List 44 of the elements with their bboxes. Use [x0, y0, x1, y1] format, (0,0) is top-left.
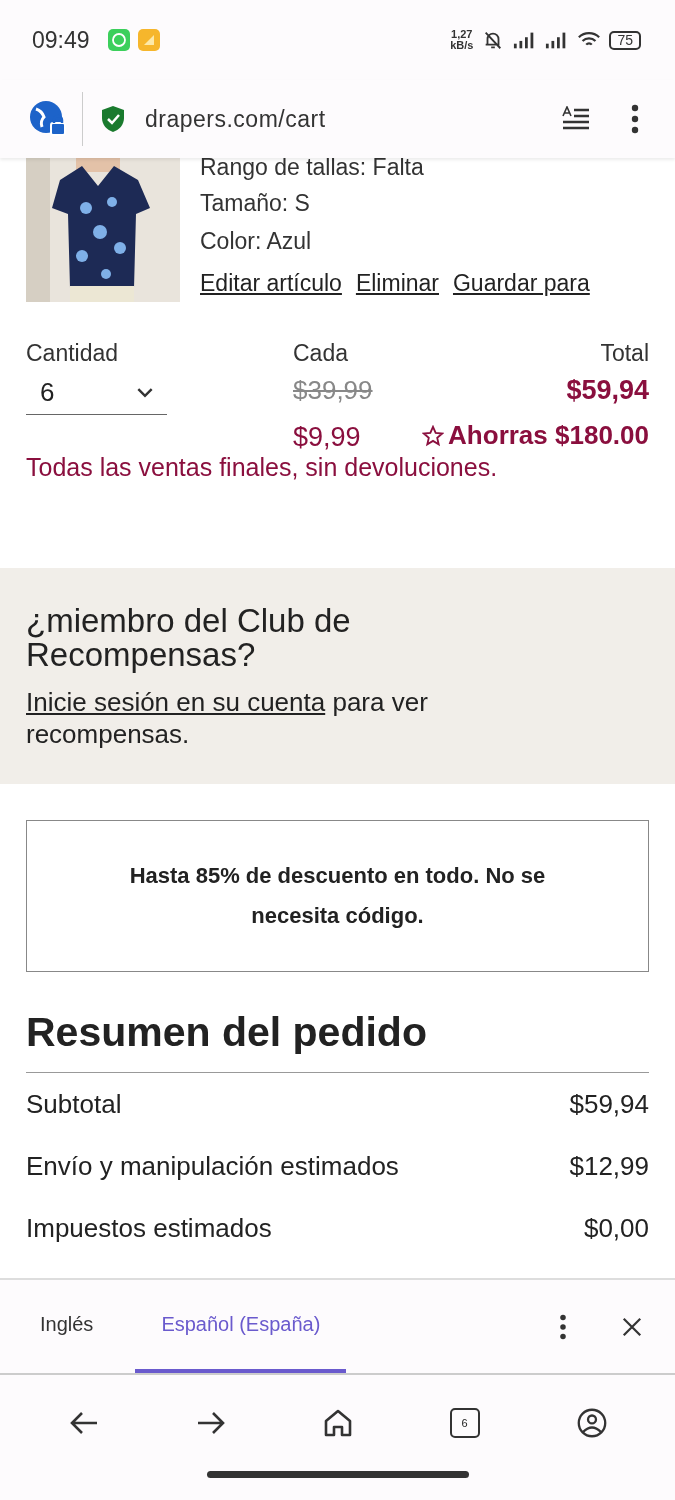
- each-label: Cada: [293, 340, 349, 367]
- url-field[interactable]: drapers.com/cart: [145, 105, 326, 133]
- shield-check-icon[interactable]: [101, 105, 125, 133]
- language-tab[interactable]: Inglés: [14, 1280, 120, 1373]
- notes-app-icon: [137, 29, 160, 51]
- close-icon[interactable]: [621, 1315, 643, 1338]
- rewards-text: Inicie sesión en su cuenta para ver recompensas.: [26, 686, 429, 750]
- quantity-label: Cantidad: [26, 340, 120, 367]
- sale-price: $9,99: [293, 422, 362, 453]
- original-price: $39,99: [293, 375, 373, 406]
- summary-value: $0,00: [583, 1212, 649, 1244]
- item-link[interactable]: Eliminar: [355, 270, 439, 297]
- rewards-title: ¿miembro del Club de Recompensas?: [26, 604, 352, 672]
- home-icon[interactable]: [322, 1408, 353, 1438]
- summary-value: $59,94: [569, 1088, 649, 1120]
- star-icon: [422, 424, 445, 447]
- clock: 09:49: [32, 26, 90, 54]
- product-detail: Color: Azul: [200, 227, 313, 256]
- text-format-icon[interactable]: [561, 106, 591, 132]
- total-price: $59,94: [566, 375, 649, 406]
- item-link[interactable]: Guardar para: [453, 270, 590, 297]
- battery-indicator: 75: [609, 30, 641, 50]
- product-detail: Tamaño: S: [200, 189, 311, 218]
- more-options-icon[interactable]: [559, 1313, 567, 1340]
- tab-switcher-button[interactable]: 6: [449, 1408, 480, 1438]
- account-icon[interactable]: [576, 1408, 607, 1438]
- summary-label: Subtotal: [26, 1088, 122, 1120]
- chat-app-icon: [107, 29, 130, 51]
- summary-label: Envío y manipulación estimados: [26, 1150, 399, 1182]
- promo-text: Hasta 85% de descuento en todo. No se necesita código.: [128, 862, 547, 930]
- summary-label: Impuestos estimados: [26, 1212, 272, 1244]
- summary-value: $12,99: [569, 1150, 649, 1182]
- total-label: Total: [600, 340, 649, 367]
- final-sale-note: Todas las ventas finales, sin devoluciones.: [26, 453, 499, 482]
- chevron-down-icon: [137, 387, 153, 398]
- sign-in-link[interactable]: Inicie sesión en su cuenta: [26, 687, 326, 717]
- item-link[interactable]: Editar artículo: [200, 270, 342, 297]
- quantity-dropdown[interactable]: 6: [26, 369, 167, 415]
- savings-text: Ahorras $180.00: [448, 420, 649, 451]
- language-tab[interactable]: Español (España): [135, 1280, 347, 1373]
- network-speed: 1,27 kB/s: [450, 29, 474, 51]
- more-options-icon[interactable]: [631, 104, 639, 134]
- summary-title: Resumen del pedido: [26, 1008, 428, 1057]
- product-detail: Rango de tallas: Falta: [200, 158, 425, 180]
